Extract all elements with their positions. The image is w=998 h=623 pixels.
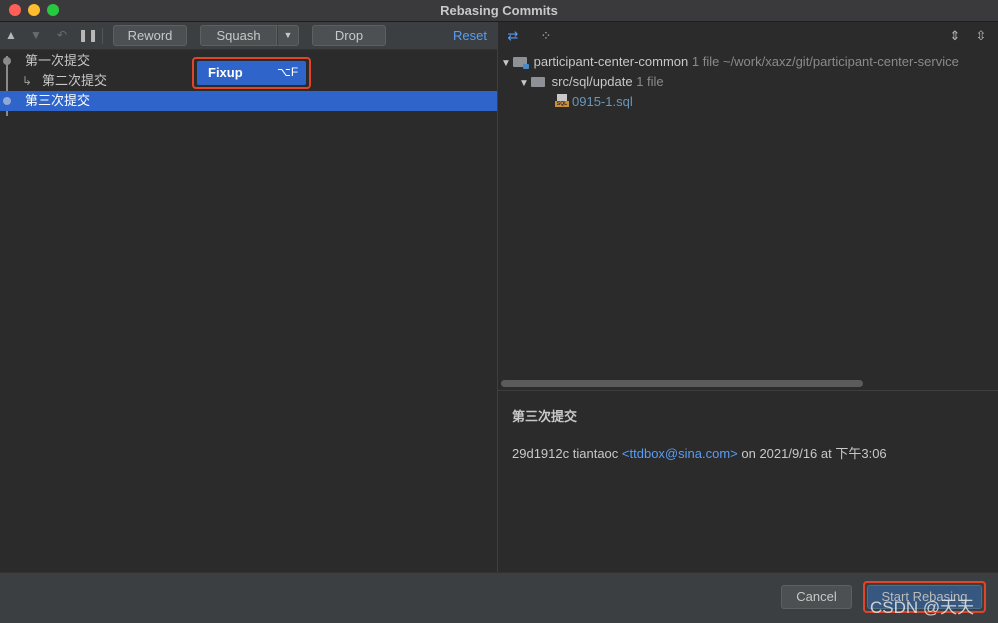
commit-subject: 第三次提交 <box>25 93 91 108</box>
graph-node-icon <box>3 57 11 65</box>
collapse-all-icon[interactable]: ⇳ <box>972 27 990 45</box>
module-path: ~/work/xaxz/git/participant-center-servi… <box>722 54 959 69</box>
tree-file-row[interactable]: SQL 0915-1.sql <box>555 92 633 112</box>
expand-arrow-icon[interactable]: ▼ <box>501 54 513 74</box>
pause-icon[interactable]: ❚❚ <box>78 26 98 44</box>
commit-hash: 29d1912c <box>512 446 570 461</box>
tree-folder-row[interactable]: ▼ src/sql/update 1 file <box>519 72 664 92</box>
tree-module-row[interactable]: ▼ participant-center-common 1 file ~/wor… <box>501 52 959 72</box>
module-file-count: 1 file <box>691 54 720 69</box>
commit-subject: 第二次提交 <box>42 73 108 88</box>
compare-icon[interactable]: ⇄ <box>504 27 522 45</box>
reword-button[interactable]: Reword <box>113 25 187 46</box>
move-down-icon[interactable]: ▼ <box>27 26 45 44</box>
detail-meta: 29d1912c tiantaoc <ttdbox@sina.com> on 2… <box>512 443 887 462</box>
expand-all-icon[interactable]: ⇕ <box>946 27 964 45</box>
module-name: participant-center-common <box>533 54 689 69</box>
squash-dropdown-chevron-icon[interactable]: ▼ <box>277 25 299 46</box>
cancel-button[interactable]: Cancel <box>781 585 852 609</box>
graph-node-icon <box>3 97 11 105</box>
window-title: Rebasing Commits <box>440 3 558 18</box>
squash-button[interactable]: Squash <box>200 25 277 46</box>
watermark: CSDN @天天 <box>870 598 975 617</box>
module-folder-icon <box>513 57 529 69</box>
folder-icon <box>531 77 545 87</box>
fixup-shortcut: ⌥F <box>277 65 299 79</box>
commit-list-panel: ▲ ▼ ↶ ❚❚ Reword Squash ▼ Drop Reset 第一次提… <box>0 22 497 572</box>
sql-file-icon: SQL <box>555 94 569 108</box>
group-by-icon[interactable]: ⁘ <box>537 27 555 45</box>
file-name: 0915-1.sql <box>572 94 633 109</box>
fixup-connector-icon: ↳ <box>22 74 33 88</box>
scrollbar-thumb[interactable] <box>501 380 863 387</box>
commit-row-selected[interactable]: 第三次提交 <box>0 91 497 111</box>
expand-arrow-icon[interactable]: ▼ <box>519 74 531 94</box>
undo-icon[interactable]: ↶ <box>53 26 71 44</box>
changes-toolbar: ⇄ ⁘ ⇕ ⇳ <box>498 22 998 50</box>
fixup-menu-item[interactable]: Fixup ⌥F <box>197 61 306 85</box>
rebase-toolbar: ▲ ▼ ↶ ❚❚ Reword Squash ▼ Drop Reset <box>0 22 497 50</box>
author-email-link[interactable]: <ttdbox@sina.com> <box>622 446 738 461</box>
drop-button[interactable]: Drop <box>312 25 386 46</box>
changes-panel: ⇄ ⁘ ⇕ ⇳ ▼ participant-center-common 1 fi… <box>498 22 998 572</box>
folder-name: src/sql/update <box>551 74 633 89</box>
folder-file-count: 1 file <box>636 74 664 89</box>
toolbar-separator <box>102 28 103 44</box>
horizontal-scrollbar[interactable] <box>498 377 998 389</box>
detail-subject: 第三次提交 <box>512 409 578 424</box>
commit-date: on 2021/9/16 at 下午3:06 <box>741 446 887 461</box>
commit-details: 第三次提交 29d1912c tiantaoc <ttdbox@sina.com… <box>498 391 998 572</box>
reset-link[interactable]: Reset <box>453 28 487 43</box>
move-up-icon[interactable]: ▲ <box>2 26 20 44</box>
title-bar: Rebasing Commits <box>0 0 998 22</box>
commit-author: tiantaoc <box>572 446 619 461</box>
commit-subject: 第一次提交 <box>25 53 91 68</box>
fixup-label: Fixup <box>208 65 243 80</box>
dialog-button-bar: Cancel Start Rebasing CSDN @天天 <box>0 572 998 623</box>
